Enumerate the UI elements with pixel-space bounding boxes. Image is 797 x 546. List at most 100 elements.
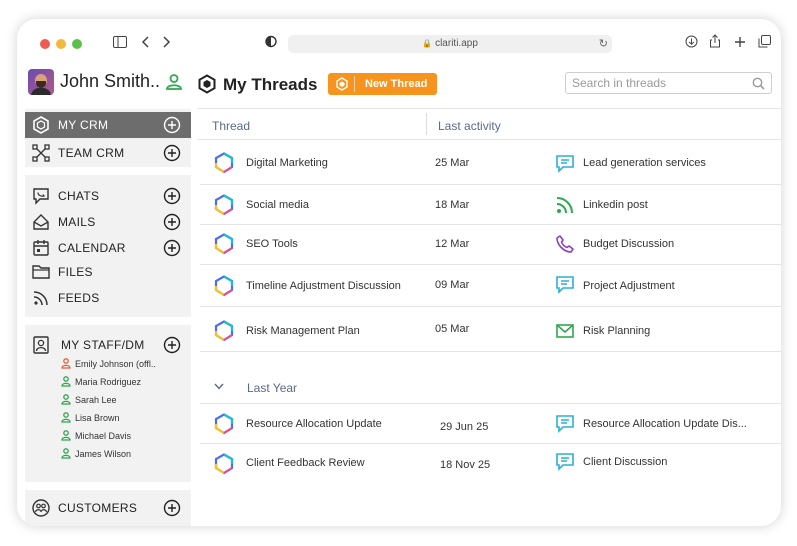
activity-text: Linkedin post xyxy=(583,199,648,211)
activity-text: Client Discussion xyxy=(583,456,668,468)
nav-files[interactable]: FILES xyxy=(25,259,191,285)
url-text: clariti.app xyxy=(435,38,478,49)
shield-icon[interactable] xyxy=(262,34,280,52)
search-input[interactable] xyxy=(572,75,748,91)
reload-icon[interactable]: ↻ xyxy=(599,35,608,53)
nav-label: MY CRM xyxy=(58,118,109,132)
maximize-window-button[interactable] xyxy=(72,39,82,49)
nav-label: CALENDAR xyxy=(58,241,126,255)
user-profile[interactable]: John Smith.. xyxy=(21,57,191,105)
user-name: John Smith.. xyxy=(60,71,161,91)
table-row[interactable]: Timeline Adjustment Discussion 09 Mar Pr… xyxy=(200,265,781,307)
activity-text: Budget Discussion xyxy=(583,238,675,250)
nav-customers[interactable]: CUSTOMERS xyxy=(25,495,191,521)
back-icon[interactable] xyxy=(137,34,155,52)
forward-icon[interactable] xyxy=(157,34,175,52)
thread-date: 05 Mar xyxy=(435,323,470,335)
mail-icon xyxy=(33,214,49,230)
table-row[interactable]: SEO Tools 12 Mar Budget Discussion xyxy=(200,225,781,265)
new-thread-label: New Thread xyxy=(365,78,428,90)
rss-icon xyxy=(33,291,48,306)
activity-text: Risk Planning xyxy=(583,325,651,337)
add-calendar-icon[interactable] xyxy=(163,239,181,257)
add-team-crm-icon[interactable] xyxy=(163,144,181,162)
new-tab-icon[interactable] xyxy=(731,34,749,52)
chat-icon xyxy=(556,155,574,173)
thread-date: 25 Mar xyxy=(435,157,470,169)
table-row[interactable]: Social media 18 Mar Linkedin post xyxy=(200,185,781,225)
customers-icon xyxy=(32,499,50,517)
mail-icon xyxy=(556,324,574,338)
chat-icon xyxy=(556,276,574,294)
column-thread[interactable]: Thread xyxy=(212,119,250,133)
rss-icon xyxy=(556,197,573,214)
add-my-crm-icon[interactable] xyxy=(163,116,181,134)
thread-hexagon-icon xyxy=(214,275,234,297)
nav-feeds[interactable]: FEEDS xyxy=(25,285,191,311)
search-icon[interactable] xyxy=(752,77,765,90)
folder-icon xyxy=(32,265,50,279)
activity-text: Lead generation services xyxy=(583,157,706,169)
thread-hexagon-icon xyxy=(214,413,234,435)
user-icon xyxy=(61,412,71,423)
staff-name: James Wilson xyxy=(75,449,132,459)
hexagon-icon xyxy=(336,77,348,91)
phone-icon xyxy=(556,235,574,253)
nav-team-crm[interactable]: TEAM CRM xyxy=(25,140,191,166)
network-icon xyxy=(32,144,50,162)
user-icon xyxy=(61,358,71,369)
nav-my-crm[interactable]: MY CRM xyxy=(25,112,191,138)
new-thread-button[interactable]: New Thread xyxy=(328,73,437,95)
close-window-button[interactable] xyxy=(40,39,50,49)
thread-hexagon-icon xyxy=(214,233,234,255)
minimize-window-button[interactable] xyxy=(56,39,66,49)
section-last-year[interactable]: Last Year xyxy=(200,371,781,404)
chat-icon xyxy=(556,453,574,471)
chevron-down-icon[interactable] xyxy=(214,383,224,390)
add-customer-icon[interactable] xyxy=(163,499,181,517)
thread-name: Social media xyxy=(246,199,309,211)
table-row[interactable]: Resource Allocation Update 29 Jun 25 Res… xyxy=(200,405,781,444)
crm-group: MY CRM TEAM CRM xyxy=(25,109,191,167)
nav-calendar[interactable]: CALENDAR xyxy=(25,235,191,261)
staff-name: Maria Rodriguez xyxy=(75,377,142,387)
thread-hexagon-icon xyxy=(214,194,234,216)
user-icon xyxy=(61,376,71,387)
user-icon xyxy=(61,394,71,405)
address-bar[interactable]: 🔒 clariti.app ↻ xyxy=(288,35,612,53)
sidebar: John Smith.. MY CRM TEAM CRM CHATS MAILS… xyxy=(21,57,191,526)
share-icon[interactable] xyxy=(706,34,724,52)
customers-group: CUSTOMERS xyxy=(25,490,191,526)
chat-icon xyxy=(33,188,49,205)
nav-chats[interactable]: CHATS xyxy=(25,183,191,209)
nav-mails[interactable]: MAILS xyxy=(25,209,191,235)
thread-date: 18 Mar xyxy=(435,199,470,211)
table-row[interactable]: Risk Management Plan 05 Mar Risk Plannin… xyxy=(200,307,781,352)
nav-label: FILES xyxy=(58,265,93,279)
calendar-icon xyxy=(33,240,49,256)
staff-group: MY STAFF/DM Emily Johnson (offl.. Maria … xyxy=(25,325,191,482)
sidebar-toggle-icon[interactable] xyxy=(111,34,129,52)
column-last-activity[interactable]: Last activity xyxy=(438,119,501,133)
table-row[interactable]: Digital Marketing 25 Mar Lead generation… xyxy=(200,141,781,185)
nav-my-staff[interactable]: MY STAFF/DM xyxy=(25,332,191,358)
user-icon xyxy=(61,448,71,459)
staff-name: Emily Johnson (offl.. xyxy=(75,359,156,369)
add-chat-icon[interactable] xyxy=(163,187,181,205)
nav-label: MAILS xyxy=(58,215,96,229)
table-row[interactable]: Client Feedback Review 18 Nov 25 Client … xyxy=(200,444,781,484)
thread-date: 09 Mar xyxy=(435,279,470,291)
nav-label: CHATS xyxy=(58,189,100,203)
browser-window: 🔒 clariti.app ↻ John Smith.. MY CRM TEAM… xyxy=(17,19,781,526)
contact-card-icon xyxy=(33,336,49,354)
search-box xyxy=(565,72,772,94)
nav-label: MY STAFF/DM xyxy=(61,338,145,352)
download-icon[interactable] xyxy=(682,34,700,52)
thread-date: 29 Jun 25 xyxy=(440,421,489,433)
add-staff-icon[interactable] xyxy=(163,336,181,354)
threads-hexagon-icon xyxy=(198,74,216,94)
page-title: My Threads xyxy=(223,75,318,94)
add-mail-icon[interactable] xyxy=(163,213,181,231)
hexagon-icon xyxy=(33,116,49,134)
tabs-icon[interactable] xyxy=(755,34,773,52)
